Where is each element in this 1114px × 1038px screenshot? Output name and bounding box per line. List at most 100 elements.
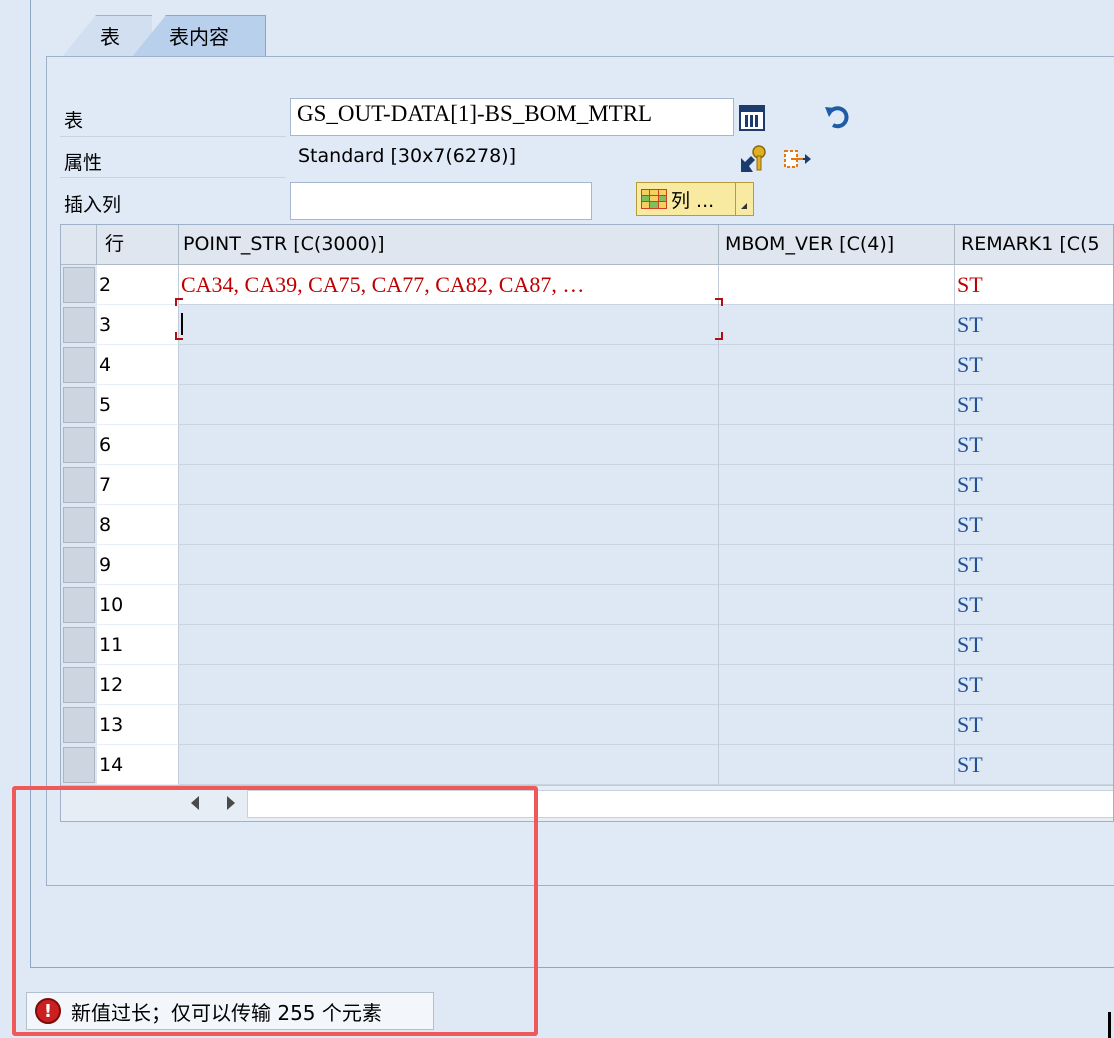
row-selector[interactable]: [63, 347, 95, 383]
cell-point-str[interactable]: [179, 345, 719, 385]
row-selector[interactable]: [63, 307, 95, 343]
row-number: 2: [97, 265, 179, 305]
cell-point-str[interactable]: [179, 705, 719, 745]
scroll-right-icon[interactable]: [227, 796, 235, 810]
table-row[interactable]: 3 ST: [61, 305, 1113, 345]
cell-remark1[interactable]: ST: [955, 305, 1113, 345]
horizontal-scrollbar[interactable]: [61, 785, 1113, 821]
cell-mbom-ver[interactable]: [719, 345, 955, 385]
key-icon[interactable]: [738, 144, 770, 174]
row-selector[interactable]: [63, 587, 95, 623]
cell-point-str-text: [179, 552, 181, 577]
attributes-label: 属性: [64, 152, 103, 174]
table-row[interactable]: 11 ST: [61, 625, 1113, 665]
insert-column-input[interactable]: [290, 182, 592, 220]
cell-mbom-ver[interactable]: [719, 705, 955, 745]
cell-remark1[interactable]: ST: [955, 545, 1113, 585]
text-cursor: [181, 313, 183, 335]
table-row[interactable]: 10 ST: [61, 585, 1113, 625]
cell-mbom-ver[interactable]: [719, 265, 955, 305]
table-row[interactable]: 2 CA34, CA39, CA75, CA77, CA82, CA87, … ST: [61, 265, 1113, 305]
row-number: 7: [97, 465, 179, 505]
scroll-left-icon[interactable]: [191, 796, 199, 810]
table-row[interactable]: 13 ST: [61, 705, 1113, 745]
cell-remark1[interactable]: ST: [955, 585, 1113, 625]
error-icon: !: [35, 998, 61, 1024]
dropdown-arrow-icon[interactable]: [735, 183, 753, 215]
header-remark1[interactable]: REMARK1 [C(5: [955, 225, 1113, 265]
cell-mbom-ver[interactable]: [719, 545, 955, 585]
cell-remark1[interactable]: ST: [955, 505, 1113, 545]
cell-point-str[interactable]: [179, 665, 719, 705]
cell-point-str-text: [179, 632, 181, 657]
cell-point-str-text: [179, 672, 181, 697]
cell-point-str[interactable]: [179, 585, 719, 625]
row-selector[interactable]: [63, 267, 95, 303]
tab-strip: 表 表内容: [62, 15, 312, 57]
cell-mbom-ver[interactable]: [719, 745, 955, 785]
cell-point-str[interactable]: [179, 625, 719, 665]
cell-point-str[interactable]: [179, 385, 719, 425]
row-selector[interactable]: [63, 507, 95, 543]
tab-table-content[interactable]: 表内容: [132, 15, 266, 57]
cell-remark1[interactable]: ST: [955, 345, 1113, 385]
cell-mbom-ver[interactable]: [719, 465, 955, 505]
table-grid[interactable]: 行 POINT_STR [C(3000)] MBOM_VER [C(4)] RE…: [60, 224, 1114, 822]
row-number: 5: [97, 385, 179, 425]
cell-remark1[interactable]: ST: [955, 465, 1113, 505]
cell-mbom-ver[interactable]: [719, 385, 955, 425]
cell-remark1[interactable]: ST: [955, 665, 1113, 705]
cell-mbom-ver[interactable]: [719, 585, 955, 625]
cell-mbom-ver[interactable]: [719, 665, 955, 705]
cell-mbom-ver[interactable]: [719, 505, 955, 545]
cell-remark1[interactable]: ST: [955, 385, 1113, 425]
cell-mbom-ver[interactable]: [719, 625, 955, 665]
table-row[interactable]: 9 ST: [61, 545, 1113, 585]
cell-remark1[interactable]: ST: [955, 745, 1113, 785]
separator: [60, 136, 286, 137]
cell-remark1[interactable]: ST: [955, 625, 1113, 665]
row-selector[interactable]: [63, 427, 95, 463]
columns-button[interactable]: 列 ...: [636, 182, 754, 216]
header-mbom-ver[interactable]: MBOM_VER [C(4)]: [719, 225, 955, 265]
table-row[interactable]: 4 ST: [61, 345, 1113, 385]
separator: [60, 177, 286, 178]
row-selector[interactable]: [63, 387, 95, 423]
status-bar-message[interactable]: ! 新值过长；仅可以传输 255 个元素: [26, 992, 434, 1030]
cell-mbom-ver[interactable]: [719, 425, 955, 465]
cell-point-str[interactable]: [179, 745, 719, 785]
export-icon[interactable]: [782, 146, 814, 174]
scrollbar-thumb[interactable]: [247, 790, 1113, 818]
row-selector[interactable]: [63, 627, 95, 663]
cell-point-str[interactable]: [179, 545, 719, 585]
cell-point-str[interactable]: [179, 465, 719, 505]
cell-point-str[interactable]: [179, 425, 719, 465]
window-bottom-border: [30, 967, 1114, 968]
table-row[interactable]: 5 ST: [61, 385, 1113, 425]
cell-point-str[interactable]: [179, 505, 719, 545]
cell-point-str[interactable]: CA34, CA39, CA75, CA77, CA82, CA87, …: [179, 265, 719, 305]
table-row[interactable]: 8 ST: [61, 505, 1113, 545]
header-row[interactable]: 行: [97, 225, 179, 265]
table-name-input[interactable]: GS_OUT-DATA[1]-BS_BOM_MTRL: [290, 98, 734, 136]
table-row[interactable]: 14 ST: [61, 745, 1113, 785]
header-point-str[interactable]: POINT_STR [C(3000)]: [179, 225, 719, 265]
row-selector[interactable]: [63, 667, 95, 703]
cell-remark1[interactable]: ST: [955, 265, 1113, 305]
cell-point-str[interactable]: [179, 305, 719, 345]
select-all-corner[interactable]: [61, 225, 97, 265]
columns-button-label: 列 ...: [671, 189, 715, 212]
cell-remark1[interactable]: ST: [955, 425, 1113, 465]
table-row[interactable]: 7 ST: [61, 465, 1113, 505]
row-selector[interactable]: [63, 547, 95, 583]
table-view-icon[interactable]: [738, 104, 766, 132]
table-row[interactable]: 12 ST: [61, 665, 1113, 705]
table-row[interactable]: 6 ST: [61, 425, 1113, 465]
row-number: 9: [97, 545, 179, 585]
cell-mbom-ver[interactable]: [719, 305, 955, 345]
row-selector[interactable]: [63, 707, 95, 743]
undo-icon[interactable]: [822, 104, 854, 130]
row-selector[interactable]: [63, 747, 95, 783]
row-selector[interactable]: [63, 467, 95, 503]
cell-remark1[interactable]: ST: [955, 705, 1113, 745]
